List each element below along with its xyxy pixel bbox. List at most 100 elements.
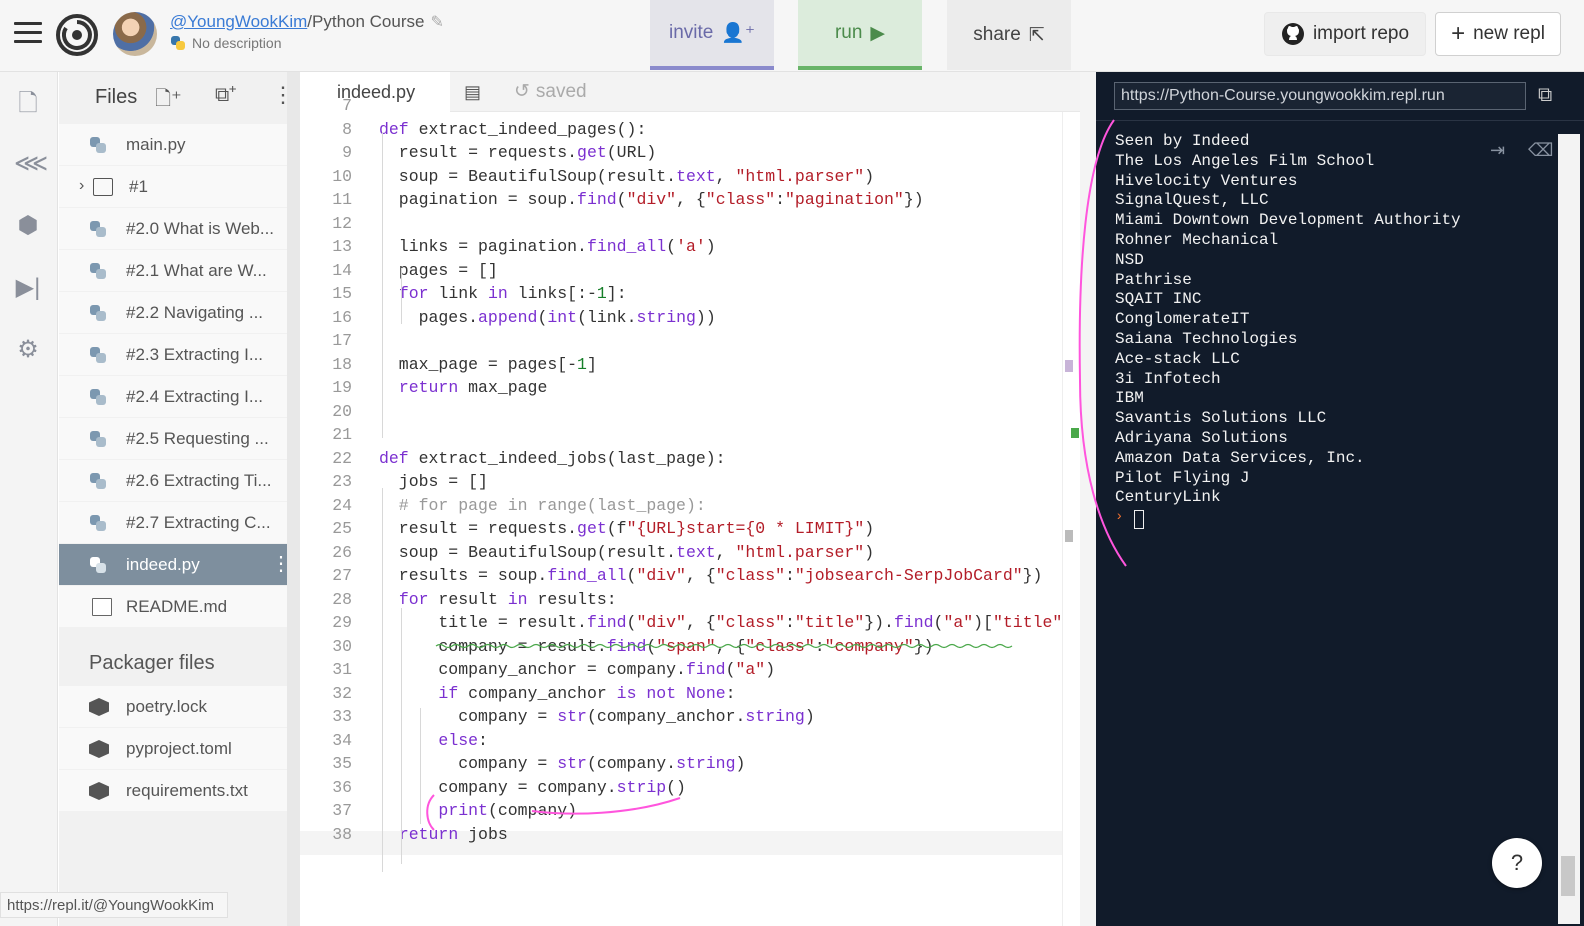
console-cursor[interactable] bbox=[1134, 510, 1144, 529]
python-file-icon bbox=[88, 304, 108, 322]
file-item[interactable]: #2.4 Extracting I... bbox=[59, 376, 287, 418]
console-output-line: NSD bbox=[1115, 250, 1144, 269]
code-line[interactable]: # for page in range(last_page): bbox=[379, 496, 706, 515]
share-network-icon[interactable]: ⋘ bbox=[14, 150, 48, 178]
code-line[interactable]: max_page = pages[-1] bbox=[379, 355, 597, 374]
pencil-icon[interactable]: ✎ bbox=[430, 14, 443, 31]
description-text[interactable]: No description bbox=[192, 35, 282, 51]
hamburger-menu-icon[interactable] bbox=[14, 22, 42, 46]
packager-file-item[interactable]: requirements.txt bbox=[59, 770, 287, 812]
panel-divider-right[interactable] bbox=[1080, 72, 1096, 926]
file-item[interactable]: #2.2 Navigating ... bbox=[59, 292, 287, 334]
console-output-line: CenturyLink bbox=[1115, 488, 1221, 507]
code-line[interactable]: soup = BeautifulSoup(result.text, "html.… bbox=[379, 543, 874, 562]
code-line[interactable]: company_anchor = company.find("a") bbox=[379, 660, 775, 679]
add-folder-icon[interactable]: ⧉⁺ bbox=[215, 84, 236, 107]
repl-owner-title: @YoungWookKim/Python Course ✎ bbox=[170, 12, 444, 32]
code-line[interactable]: return jobs bbox=[379, 825, 508, 844]
file-item[interactable]: #2.7 Extracting C... bbox=[59, 502, 287, 544]
document-icon[interactable]: ▤ bbox=[464, 82, 481, 103]
share-button[interactable]: share ⇱ bbox=[947, 0, 1071, 70]
python-file-icon bbox=[88, 388, 108, 406]
play-icon: ▶ bbox=[870, 22, 886, 44]
avatar[interactable] bbox=[113, 12, 157, 56]
file-item[interactable]: README.md bbox=[59, 586, 287, 628]
file-item[interactable]: main.py bbox=[59, 124, 287, 166]
files-header: Files 🗋⁺ ⧉⁺ ⋮ bbox=[59, 72, 294, 122]
file-options-icon[interactable]: ⋮ bbox=[271, 554, 287, 574]
line-number: 34 bbox=[332, 730, 352, 750]
file-label: poetry.lock bbox=[126, 697, 207, 716]
packager-file-list: poetry.lock pyproject.toml requirements.tx… bbox=[59, 686, 287, 812]
code-line[interactable]: pagination = soup.find("div", {"class":"… bbox=[379, 190, 924, 209]
code-line[interactable]: jobs = [] bbox=[379, 472, 488, 491]
code-line[interactable]: else: bbox=[379, 731, 488, 750]
chevron-right-icon[interactable]: › bbox=[79, 177, 84, 195]
line-number: 12 bbox=[332, 213, 352, 233]
file-label: #2.6 Extracting Ti... bbox=[126, 471, 272, 490]
file-item[interactable]: #2.3 Extracting I... bbox=[59, 334, 287, 376]
repl-url-field[interactable]: https://Python-Course.youngwookkim.repl.… bbox=[1114, 82, 1526, 110]
code-line[interactable]: pages.append(int(link.string)) bbox=[379, 308, 716, 327]
code-line[interactable]: pages = [] bbox=[379, 261, 498, 280]
code-line[interactable]: company = str(company.string) bbox=[379, 754, 745, 773]
code-line[interactable]: print(company) bbox=[379, 801, 577, 820]
file-item[interactable]: #2.6 Extracting Ti... bbox=[59, 460, 287, 502]
code-line[interactable]: return max_page bbox=[379, 378, 548, 397]
editor-scrollbar[interactable] bbox=[1062, 112, 1080, 926]
settings-icon[interactable]: ⚙ bbox=[14, 336, 42, 364]
code-line[interactable]: for link in links[:-1]: bbox=[379, 284, 627, 303]
file-item[interactable]: › #1 bbox=[59, 166, 287, 208]
code-line[interactable]: title = result.find("div", {"class":"tit… bbox=[379, 613, 1072, 632]
console-scroll-thumb[interactable] bbox=[1561, 856, 1575, 896]
owner-link[interactable]: @YoungWookKim bbox=[170, 12, 307, 31]
console-scrollbar[interactable] bbox=[1558, 134, 1580, 924]
code-line[interactable]: result = requests.get(URL) bbox=[379, 143, 656, 162]
packager-file-item[interactable]: poetry.lock bbox=[59, 686, 287, 728]
files-icon[interactable]: 🗋 bbox=[14, 90, 42, 118]
line-number: 10 bbox=[332, 166, 352, 186]
code-editor: indeed.py ▤ ↺ saved 7 8 def extract_indeed_… bbox=[300, 72, 1080, 926]
replit-logo[interactable] bbox=[56, 14, 98, 56]
import-repo-button[interactable]: import repo bbox=[1264, 12, 1426, 56]
open-external-icon[interactable]: ⧉ bbox=[1538, 84, 1560, 106]
code-line[interactable]: company = result.find("span", {"class":"… bbox=[379, 637, 933, 656]
invite-button[interactable]: invite 👤⁺ bbox=[650, 0, 774, 70]
code-line[interactable]: results = soup.find_all("div", {"class":… bbox=[379, 566, 1043, 585]
code-line[interactable]: def extract_indeed_pages(): bbox=[379, 120, 646, 139]
console-output-line: Adriyana Solutions bbox=[1115, 428, 1288, 447]
clear-console-icon[interactable]: ⌫ bbox=[1528, 140, 1553, 161]
exit-console-icon[interactable]: ⇥ bbox=[1490, 140, 1505, 161]
file-label: main.py bbox=[126, 135, 186, 154]
add-file-icon[interactable]: 🗋⁺ bbox=[155, 84, 182, 118]
code-line[interactable]: company = company.strip() bbox=[379, 778, 686, 797]
line-number: 30 bbox=[332, 636, 352, 656]
debugger-icon[interactable]: ▶| bbox=[14, 274, 42, 302]
packages-icon[interactable]: ⬢ bbox=[14, 212, 42, 240]
code-line[interactable]: company = str(company_anchor.string) bbox=[379, 707, 815, 726]
line-number: 26 bbox=[332, 542, 352, 562]
console-prompt: › bbox=[1115, 509, 1124, 525]
code-line[interactable]: def extract_indeed_jobs(last_page): bbox=[379, 449, 726, 468]
python-file-icon bbox=[88, 220, 108, 238]
file-item[interactable]: #2.5 Requesting ... bbox=[59, 418, 287, 460]
console-output-line: SignalQuest, LLC bbox=[1115, 191, 1269, 210]
code-line[interactable]: result = requests.get(f"{URL}start={0 * … bbox=[379, 519, 874, 538]
file-item[interactable]: #2.0 What is Web... bbox=[59, 208, 287, 250]
panel-divider[interactable] bbox=[287, 72, 300, 926]
files-panel: Files 🗋⁺ ⧉⁺ ⋮ main.py › #1 #2.0 What is Web… bbox=[0, 72, 294, 926]
file-item[interactable]: #2.1 What are W... bbox=[59, 250, 287, 292]
line-number: 17 bbox=[332, 331, 352, 350]
file-item[interactable]: indeed.py ⋮ bbox=[59, 544, 287, 586]
new-repl-button[interactable]: + new repl bbox=[1435, 12, 1561, 56]
code-line[interactable]: if company_anchor is not None: bbox=[379, 684, 735, 703]
code-line[interactable]: for result in results: bbox=[379, 590, 617, 609]
editor-tabs: indeed.py ▤ ↺ saved bbox=[300, 72, 1080, 112]
line-number: 33 bbox=[332, 707, 352, 726]
packager-file-item[interactable]: pyproject.toml bbox=[59, 728, 287, 770]
help-button[interactable]: ? bbox=[1492, 838, 1542, 888]
run-button[interactable]: run ▶ bbox=[798, 0, 922, 70]
invite-label: invite bbox=[668, 22, 714, 43]
code-line[interactable]: links = pagination.find_all('a') bbox=[379, 237, 716, 256]
code-line[interactable]: soup = BeautifulSoup(result.text, "html.… bbox=[379, 167, 874, 186]
